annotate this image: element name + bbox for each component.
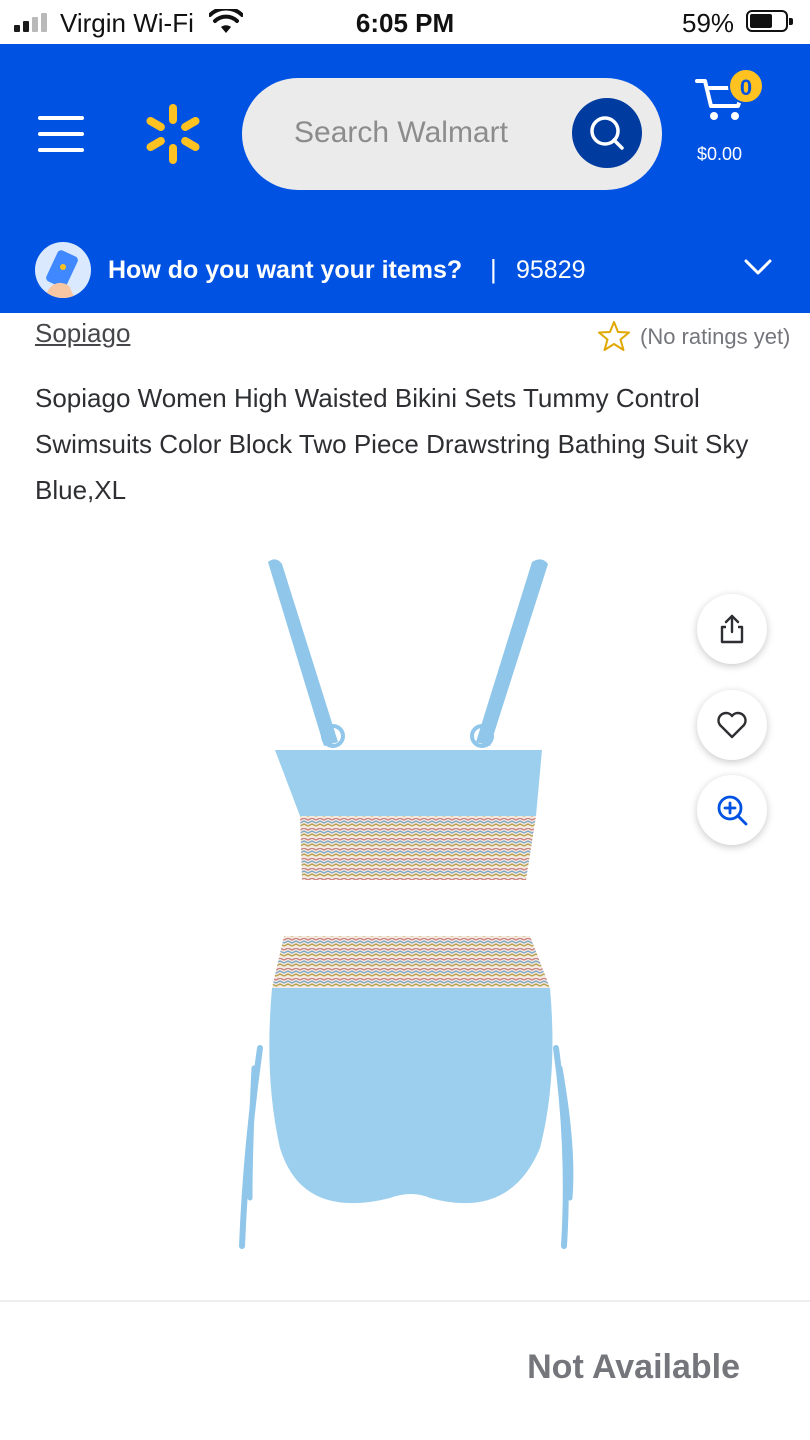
cart-total: $0.00 [697, 144, 743, 164]
share-icon [720, 614, 744, 644]
share-button[interactable] [697, 594, 767, 664]
brand-link[interactable]: Sopiago [35, 318, 130, 349]
heart-icon [717, 711, 747, 739]
delivery-prompt: How do you want your items? [108, 256, 463, 284]
delivery-zip: 95829 [516, 256, 586, 284]
rating-text[interactable]: (No ratings yet) [640, 324, 790, 350]
battery-percentage: 59% [682, 8, 735, 38]
delivery-selector[interactable]: How do you want your items? | 95829 [0, 242, 810, 300]
status-bar: Virgin Wi-Fi 6:05 PM 59% [0, 0, 810, 44]
zoom-in-icon [717, 795, 748, 826]
walmart-spark-logo[interactable] [143, 102, 203, 166]
footer-divider [0, 1300, 810, 1302]
walmart-header: Search Walmart 0 $0.00 How do you want y… [0, 44, 810, 313]
favorite-button[interactable] [697, 690, 767, 760]
zoom-button[interactable] [697, 775, 767, 845]
product-image[interactable] [220, 548, 600, 1258]
search-input[interactable]: Search Walmart [242, 78, 662, 190]
delivery-phone-icon [35, 242, 91, 298]
search-button[interactable] [572, 98, 642, 168]
availability-status: Not Available [527, 1348, 740, 1386]
delivery-separator: | [490, 254, 497, 284]
search-icon [590, 116, 624, 150]
product-title: Sopiago Women High Waisted Bikini Sets T… [35, 383, 749, 505]
search-placeholder: Search Walmart [294, 116, 508, 149]
cart-button[interactable]: 0 $0.00 [694, 68, 774, 176]
menu-icon[interactable] [38, 116, 84, 152]
cart-count-badge: 0 [728, 68, 764, 104]
star-icon [598, 321, 630, 351]
chevron-down-icon[interactable] [744, 258, 772, 276]
battery-icon [746, 10, 793, 32]
